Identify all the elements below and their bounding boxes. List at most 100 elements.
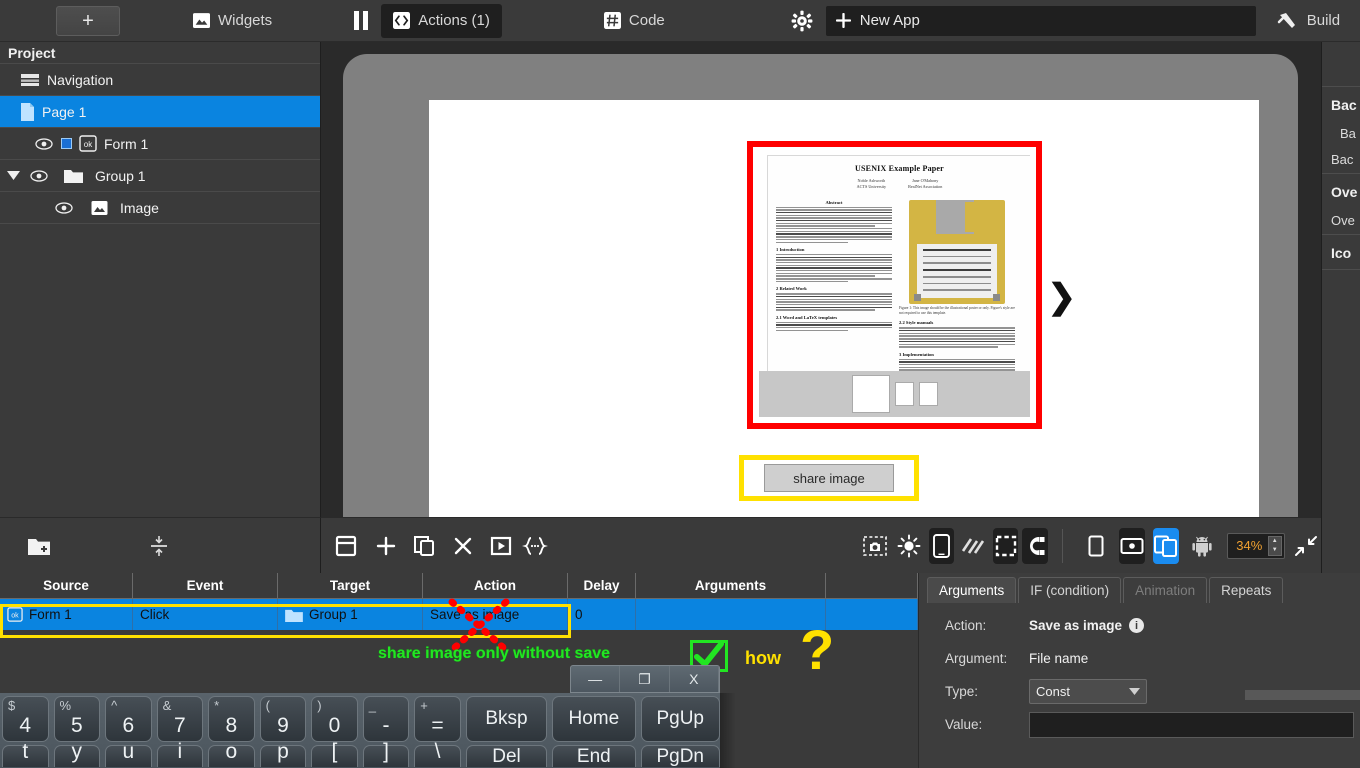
eye-icon[interactable] [54, 201, 74, 214]
tab-repeats[interactable]: Repeats [1209, 577, 1284, 603]
maximize-button[interactable]: ❐ [620, 666, 670, 692]
fit-screen-button[interactable] [1291, 525, 1321, 567]
screenshot-button[interactable] [860, 525, 890, 567]
add-button[interactable]: + [56, 5, 120, 36]
chevron-right-icon[interactable]: ❯ [1048, 277, 1077, 317]
eye-icon[interactable] [29, 169, 49, 182]
key-5[interactable]: % 5 [53, 696, 101, 742]
frame-button[interactable] [331, 525, 361, 567]
cell-action[interactable]: Save as image [423, 599, 568, 630]
cell-source-label: Form 1 [29, 607, 72, 622]
table-row[interactable]: ok Form 1 Click Group 1 Save as image 0 [0, 599, 918, 630]
both-orientation-button[interactable] [1153, 527, 1180, 564]
distribute-vertical-button[interactable] [120, 535, 197, 557]
eye-icon[interactable] [34, 137, 54, 150]
value-input[interactable] [1029, 711, 1354, 738]
tree-item-navigation[interactable]: Navigation [0, 64, 320, 96]
property-row[interactable]: Ove [1322, 208, 1360, 234]
pause-icon[interactable] [353, 11, 369, 30]
toolbar-build-button[interactable]: Build [1271, 5, 1346, 37]
toolbar-widgets-button[interactable]: Widgets [187, 5, 278, 37]
tree-item-image[interactable]: Image [0, 192, 320, 224]
property-row[interactable]: Ba [1322, 121, 1360, 147]
android-platform-button[interactable] [1187, 525, 1217, 567]
add-folder-button[interactable] [0, 537, 77, 555]
diagonal-stripes-icon [961, 535, 985, 557]
key-9[interactable]: (9 [259, 696, 307, 742]
key-p[interactable]: p [259, 740, 307, 767]
key-sup: + [420, 698, 428, 713]
key-backslash[interactable]: \ [414, 740, 461, 767]
toolbar-code-button[interactable]: Code [598, 5, 671, 37]
cell-extra[interactable] [826, 599, 918, 630]
page-thumbnail[interactable] [918, 382, 938, 406]
close-button[interactable]: X [670, 666, 719, 692]
info-icon[interactable]: i [1129, 618, 1145, 633]
type-select[interactable]: Const [1029, 679, 1147, 704]
key-home[interactable]: Home [552, 696, 636, 742]
zoom-input[interactable]: 34% ▲ ▼ [1227, 532, 1285, 559]
magnet-button[interactable] [1022, 527, 1049, 564]
stripes-button[interactable] [958, 525, 988, 567]
stepper-down-icon[interactable]: ▼ [1272, 547, 1278, 553]
key-bracket-left[interactable]: [ [311, 740, 358, 767]
portrait-view-button[interactable] [1081, 525, 1111, 567]
visibility-checkbox[interactable] [61, 138, 72, 149]
key-t[interactable]: t [2, 740, 49, 767]
cell-event[interactable]: Click [133, 599, 278, 630]
key-backspace[interactable]: Bksp [465, 696, 548, 742]
key-8[interactable]: * 8 [208, 696, 255, 742]
landscape-view-button[interactable] [1119, 527, 1146, 564]
add-element-button[interactable] [371, 525, 401, 567]
cell-target[interactable]: Group 1 [278, 599, 423, 630]
key-equals[interactable]: + = [414, 696, 461, 742]
page-thumbnail-strip[interactable] [759, 371, 1030, 417]
image-selection-box[interactable]: USENIX Example Paper Noble Ashworth ACTS… [747, 141, 1076, 429]
phone-view-button[interactable] [928, 527, 955, 564]
tab-arguments[interactable]: Arguments [927, 577, 1017, 603]
page-thumbnail[interactable] [851, 375, 890, 413]
tab-animation[interactable]: Animation [1123, 577, 1208, 603]
property-row[interactable]: Bac [1322, 147, 1360, 173]
key-7[interactable]: & 7 [156, 696, 204, 742]
key-pgdn[interactable]: PgDn [640, 745, 720, 767]
toolbar-actions-button[interactable]: Actions (1) [381, 3, 502, 38]
key-u[interactable]: u [105, 740, 152, 767]
cell-arguments[interactable] [636, 599, 826, 630]
new-app-field[interactable]: New App [825, 5, 1256, 36]
key-y[interactable]: y [53, 740, 101, 767]
key-end[interactable]: End [552, 745, 636, 767]
key-pgup[interactable]: PgUp [640, 696, 720, 742]
minimize-button[interactable]: — [571, 666, 621, 692]
share-image-button[interactable]: share image [764, 464, 894, 492]
device-screen[interactable]: USENIX Example Paper Noble Ashworth ACTS… [429, 100, 1259, 517]
zoom-stepper[interactable]: ▲ ▼ [1267, 535, 1282, 556]
page-thumbnail[interactable] [894, 382, 914, 406]
tree-item-group-1[interactable]: Group 1 [0, 160, 320, 192]
key-delete[interactable]: Del [465, 745, 548, 767]
canvas-area[interactable]: USENIX Example Paper Noble Ashworth ACTS… [321, 42, 1321, 517]
brightness-button[interactable] [894, 525, 924, 567]
braces-button[interactable] [520, 525, 550, 567]
cell-delay[interactable]: 0 [568, 599, 636, 630]
tree-item-form-1[interactable]: ok Form 1 [0, 128, 320, 160]
stepper-up-icon[interactable]: ▲ [1272, 538, 1278, 544]
chevron-down-icon[interactable] [4, 171, 22, 180]
preview-button[interactable] [486, 525, 516, 567]
argument-row: Argument: File name [919, 642, 1360, 675]
key-4[interactable]: $4 [2, 696, 49, 742]
key-i[interactable]: i [156, 740, 204, 767]
cell-source[interactable]: ok Form 1 [0, 599, 133, 630]
key-6[interactable]: ^ 6 [105, 696, 152, 742]
key-0[interactable]: ) 0 [311, 696, 358, 742]
key-minus[interactable]: _ - [362, 696, 410, 742]
marquee-select-button[interactable] [992, 527, 1019, 564]
duplicate-button[interactable] [409, 525, 439, 567]
key-o[interactable]: o [208, 740, 255, 767]
cell-target-label: Group 1 [309, 607, 358, 622]
delete-button[interactable] [448, 525, 478, 567]
tree-item-page-1[interactable]: Page 1 [0, 96, 320, 128]
tab-if-condition[interactable]: IF (condition) [1018, 577, 1122, 603]
gear-icon[interactable] [791, 10, 813, 32]
key-bracket-right[interactable]: ] [362, 740, 410, 767]
